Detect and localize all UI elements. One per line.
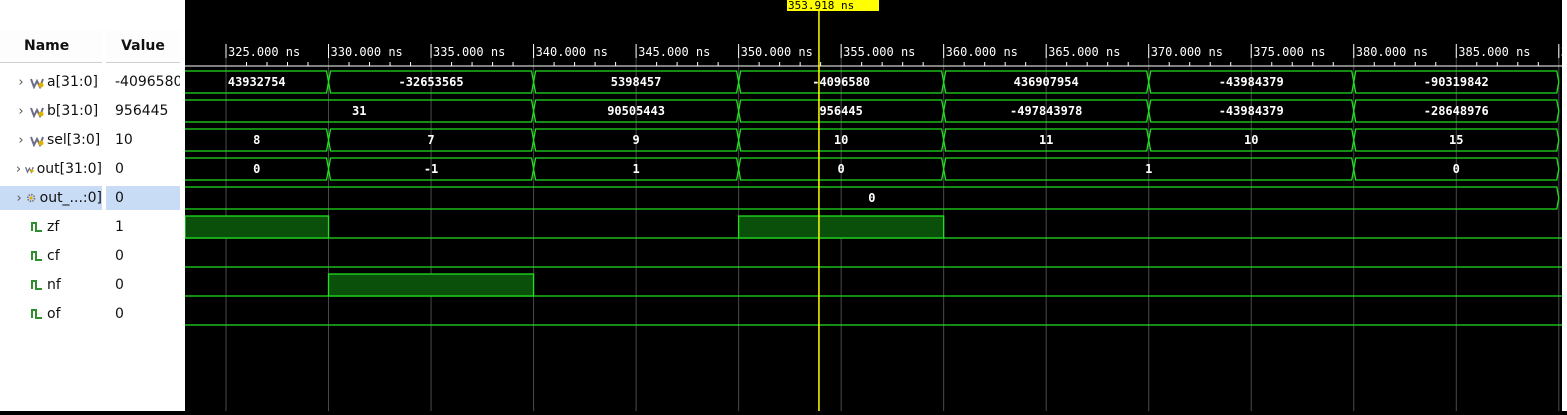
- signal-name-label: out_...:0]: [39, 190, 102, 206]
- signal-name-label: sel[3:0]: [47, 132, 101, 148]
- signal-value-label: 0: [115, 277, 124, 293]
- bus-value-label: 90505443: [607, 104, 665, 118]
- cursor-time-label[interactable]: 353.918 ns: [787, 0, 879, 11]
- signal-value-label: -4096580: [115, 74, 180, 90]
- waveform-area[interactable]: 325.000 ns 330.000 ns 335.000 ns 340.000 ns…: [184, 0, 1567, 411]
- signal-value-zf[interactable]: 1: [106, 215, 180, 239]
- bus-value-label: 1: [1145, 162, 1152, 176]
- bus-value-label: 43932754: [228, 75, 286, 89]
- signal-name-label: out[31:0]: [36, 161, 102, 177]
- bus-value-label: -4096580: [812, 75, 870, 89]
- signal-value-cf[interactable]: 0: [106, 244, 180, 268]
- vertical-scrollbar[interactable]: [1562, 0, 1567, 411]
- gear-bus-icon: [27, 193, 36, 203]
- name-column-header[interactable]: Name: [0, 30, 102, 63]
- expand-chevron-icon[interactable]: ›: [14, 191, 24, 206]
- bus-value-label: 11: [1039, 133, 1053, 147]
- bus-icon: [30, 78, 44, 89]
- signal-value-label: 1: [115, 219, 124, 235]
- tick-label: 370.000 ns: [1151, 45, 1223, 59]
- signal-value-label: 956445: [115, 103, 169, 119]
- bus-value-label: -497843978: [1010, 104, 1082, 118]
- signal-name-label: of: [47, 306, 61, 322]
- bus-value-label: 956445: [819, 104, 862, 118]
- bus-value-label: -43984379: [1219, 104, 1284, 118]
- signal-value-label: 0: [115, 161, 124, 177]
- tick-label: 325.000 ns: [228, 45, 300, 59]
- signal-value-nf[interactable]: 0: [106, 273, 180, 297]
- bus-value-label: 31: [352, 104, 366, 118]
- bus-value-label: 15: [1449, 133, 1463, 147]
- signal-name-label: cf: [47, 248, 60, 264]
- signal-name-a[interactable]: › a[31:0]: [0, 70, 102, 94]
- signal-name-b[interactable]: › b[31:0]: [0, 99, 102, 123]
- bit-high-pulse: [737, 215, 945, 239]
- bus-icon: [30, 136, 44, 147]
- tick-label: 360.000 ns: [946, 45, 1018, 59]
- expand-chevron-icon[interactable]: ›: [14, 104, 28, 119]
- bus-value-label: -43984379: [1219, 75, 1284, 89]
- signal-value-label: 0: [115, 248, 124, 264]
- tick-label: 335.000 ns: [433, 45, 505, 59]
- signal-name-cf[interactable]: cf: [0, 244, 102, 268]
- bus-value-label: -28648976: [1424, 104, 1489, 118]
- bus-value-label: -90319842: [1424, 75, 1489, 89]
- signal-name-out2[interactable]: › out_...:0]: [0, 186, 102, 210]
- bus-value-label: 9: [632, 133, 639, 147]
- tick-label: 350.000 ns: [741, 45, 813, 59]
- bus-value-label: 0: [838, 162, 845, 176]
- signal-value-label: 10: [115, 132, 133, 148]
- signal-name-label: a[31:0]: [47, 74, 98, 90]
- expand-chevron-icon[interactable]: ›: [14, 133, 28, 148]
- bus-value-label: 7: [427, 133, 434, 147]
- tick-label: 330.000 ns: [331, 45, 403, 59]
- tick-label: 375.000 ns: [1253, 45, 1325, 59]
- waveform-canvas[interactable]: 325.000 ns 330.000 ns 335.000 ns 340.000 ns…: [184, 0, 1567, 411]
- bit-icon: [31, 309, 42, 319]
- signal-name-label: b[31:0]: [47, 103, 99, 119]
- signal-value-out2[interactable]: 0: [106, 186, 180, 210]
- tick-label: 355.000 ns: [843, 45, 915, 59]
- tick-label: 340.000 ns: [536, 45, 608, 59]
- tick-label: 365.000 ns: [1048, 45, 1120, 59]
- signal-name-sel[interactable]: › sel[3:0]: [0, 128, 102, 152]
- bus-value-label: 10: [834, 133, 848, 147]
- signal-value-label: 0: [115, 190, 124, 206]
- signal-value-a[interactable]: -4096580: [106, 70, 180, 94]
- bus-value-label: 10: [1244, 133, 1258, 147]
- bus-icon: [30, 107, 44, 118]
- tick-label: 345.000 ns: [638, 45, 710, 59]
- signal-value-out[interactable]: 0: [106, 157, 180, 181]
- bit-high-pulse: [184, 215, 330, 239]
- bit-icon: [31, 280, 42, 290]
- signal-value-of[interactable]: 0: [106, 302, 180, 326]
- expand-chevron-icon[interactable]: ›: [14, 75, 28, 90]
- signal-name-out[interactable]: › out[31:0]: [0, 157, 102, 181]
- signal-value-label: 0: [115, 306, 124, 322]
- bus-value-label: 5398457: [611, 75, 662, 89]
- bus-value-label: 0: [253, 162, 260, 176]
- tick-label: 380.000 ns: [1356, 45, 1428, 59]
- bus-value-label: -32653565: [399, 75, 464, 89]
- signal-value-b[interactable]: 956445: [106, 99, 180, 123]
- signal-name-label: nf: [47, 277, 61, 293]
- signal-name-of[interactable]: of: [0, 302, 102, 326]
- value-column-header[interactable]: Value: [106, 30, 180, 63]
- bit-icon: [31, 222, 42, 232]
- signal-value-sel[interactable]: 10: [106, 128, 180, 152]
- bit-icon: [31, 251, 42, 261]
- signal-name-nf[interactable]: nf: [0, 273, 102, 297]
- bus-value-label: 8: [253, 133, 260, 147]
- bus-value-label: 436907954: [1014, 75, 1079, 89]
- signal-name-label: zf: [47, 219, 60, 235]
- bus-value-label: 1: [632, 162, 639, 176]
- bus-value-label: 0: [868, 191, 875, 205]
- bus-value-label: 0: [1453, 162, 1460, 176]
- expand-chevron-icon[interactable]: ›: [14, 162, 23, 177]
- bus-value-label: -1: [424, 162, 438, 176]
- bit-high-pulse: [327, 273, 535, 297]
- bus-icon: [24, 166, 34, 174]
- tick-label: 385.000 ns: [1458, 45, 1530, 59]
- signal-name-zf[interactable]: zf: [0, 215, 102, 239]
